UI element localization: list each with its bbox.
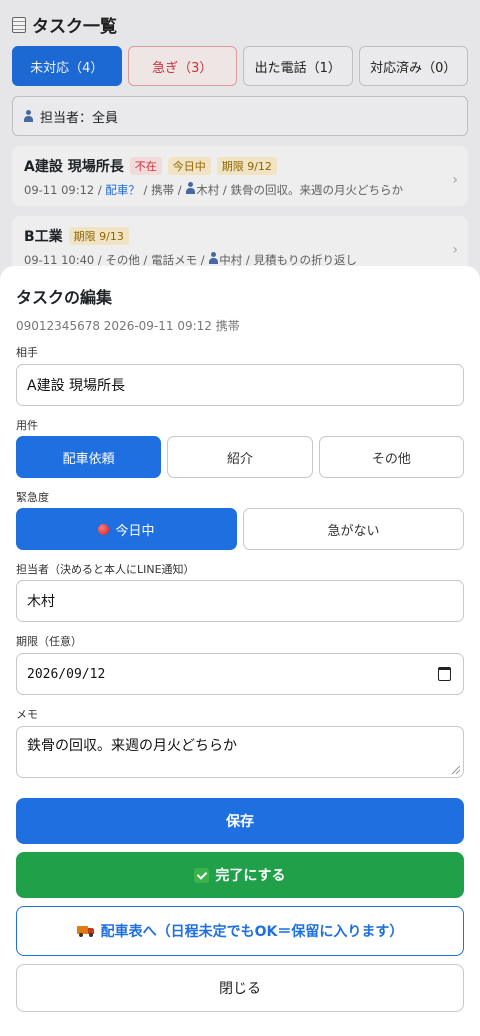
- memo-textarea[interactable]: 鉄骨の回収。来週の月火どちらか: [16, 726, 464, 778]
- truck-icon: [76, 925, 95, 937]
- send-to-dispatch-label: 配車表へ（日程未定でもOK＝保留に入ります）: [100, 924, 404, 940]
- purpose-selector: 配車依頼 紹介 その他: [16, 436, 464, 478]
- send-to-dispatch-button[interactable]: 配車表へ（日程未定でもOK＝保留に入ります）: [16, 906, 464, 956]
- partner-input[interactable]: A建設 現場所長: [16, 364, 464, 406]
- partner-label: 相手: [16, 346, 38, 359]
- close-button[interactable]: 閉じる: [16, 964, 464, 1012]
- edit-task-sheet: タスクの編集 09012345678 2026-09-11 09:12 携帯 相…: [0, 266, 480, 1036]
- calendar-icon[interactable]: [438, 667, 451, 681]
- save-button[interactable]: 保存: [16, 798, 464, 844]
- call-info: 09012345678 2026-09-11 09:12 携帯: [16, 319, 240, 333]
- purpose-label: 用件: [16, 419, 38, 432]
- urgency-option-today-label: 今日中: [115, 523, 155, 539]
- due-date-value: 2026/09/12: [27, 666, 106, 682]
- purpose-option-other[interactable]: その他: [318, 436, 464, 478]
- assignee-label: 担当者（決めると本人にLINE通知）: [16, 563, 195, 576]
- due-date-input[interactable]: 2026/09/12: [16, 653, 464, 695]
- due-label: 期限（任意）: [16, 635, 82, 648]
- urgency-option-not-urgent[interactable]: 急がない: [243, 508, 464, 550]
- urgency-selector: 今日中 急がない: [16, 508, 464, 550]
- complete-button[interactable]: 完了にする: [16, 852, 464, 898]
- check-mark-icon: [194, 867, 210, 883]
- resize-grip-icon[interactable]: [452, 766, 460, 774]
- memo-label: メモ: [16, 708, 38, 721]
- complete-button-label: 完了にする: [215, 868, 286, 884]
- purpose-option-dispatch[interactable]: 配車依頼: [16, 436, 162, 478]
- urgency-option-today[interactable]: 今日中: [16, 508, 237, 550]
- purpose-option-referral[interactable]: 紹介: [167, 436, 313, 478]
- red-circle-icon: [98, 523, 110, 535]
- modal-title: タスクの編集: [16, 288, 113, 307]
- memo-value: 鉄骨の回収。来週の月火どちらか: [27, 738, 237, 754]
- urgency-label: 緊急度: [16, 491, 49, 504]
- assignee-input[interactable]: 木村: [16, 580, 464, 622]
